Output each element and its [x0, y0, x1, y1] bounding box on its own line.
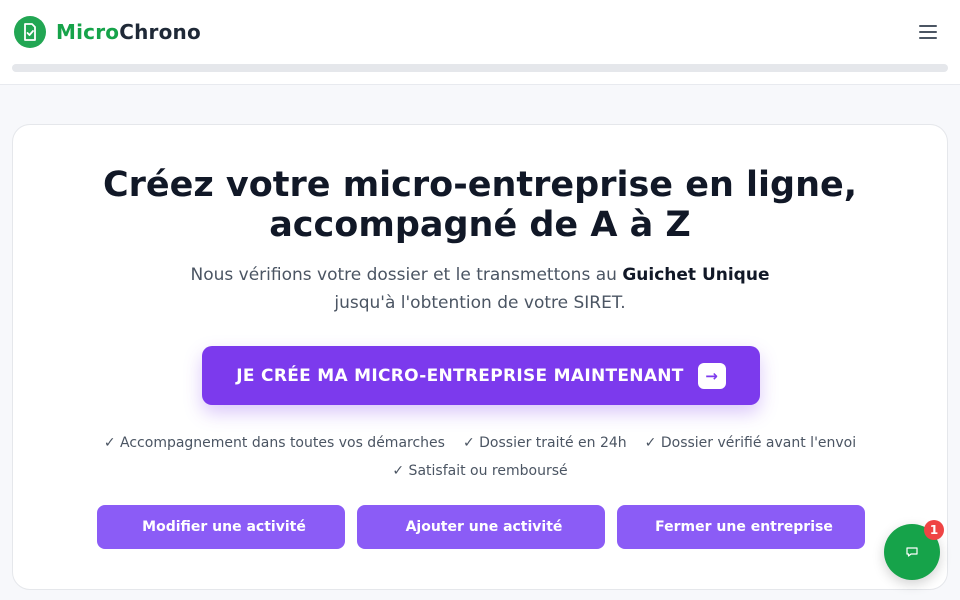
brand-name-part2: Chrono	[119, 20, 201, 44]
hamburger-menu-icon[interactable]	[914, 20, 942, 44]
hero-subtitle-bold: Guichet Unique	[622, 265, 770, 285]
brand-name-part1: Micro	[56, 20, 120, 44]
feature-item: ✓ Dossier vérifié avant l'envoi	[644, 435, 857, 451]
hero-subtitle-part1: Nous vérifions votre dossier et le trans…	[190, 265, 617, 285]
add-activity-button[interactable]: Ajouter une activité	[357, 505, 605, 549]
hero-subtitle-part2: jusqu'à l'obtention de votre SIRET.	[334, 293, 626, 313]
cta-label: JE CRÉE MA MICRO-ENTREPRISE MAINTENANT	[236, 365, 684, 386]
modify-activity-label: Modifier une activité	[142, 519, 306, 535]
notification-badge: 1	[924, 520, 944, 540]
feature-list: ✓ Accompagnement dans toutes vos démarch…	[73, 429, 887, 485]
close-company-button[interactable]: Fermer une entreprise	[617, 505, 865, 549]
feature-item: ✓ Dossier traité en 24h	[462, 435, 627, 451]
arrow-right-icon: →	[697, 362, 726, 389]
secondary-actions: Modifier une activité Ajouter une activi…	[97, 505, 865, 549]
feature-item: ✓ Satisfait ou remboursé	[392, 463, 568, 479]
hero-title: Créez votre micro-entreprise en ligne, a…	[102, 165, 858, 245]
document-check-icon	[14, 16, 46, 48]
progress-bar	[12, 64, 948, 72]
create-micro-entreprise-button[interactable]: JE CRÉE MA MICRO-ENTREPRISE MAINTENANT →	[202, 346, 760, 405]
logo[interactable]: MicroChrono	[14, 16, 201, 48]
chat-bubble-icon	[906, 547, 918, 557]
add-activity-label: Ajouter une activité	[405, 519, 563, 535]
modify-activity-button[interactable]: Modifier une activité	[97, 505, 345, 549]
hero-card: Créez votre micro-entreprise en ligne, a…	[12, 124, 948, 590]
feature-item: ✓ Accompagnement dans toutes vos démarch…	[103, 435, 445, 451]
site-header: MicroChrono	[0, 0, 960, 85]
brand-name: MicroChrono	[56, 20, 201, 44]
close-company-label: Fermer une entreprise	[655, 519, 833, 535]
hero-subtitle: Nous vérifions votre dossier et le trans…	[130, 261, 830, 317]
